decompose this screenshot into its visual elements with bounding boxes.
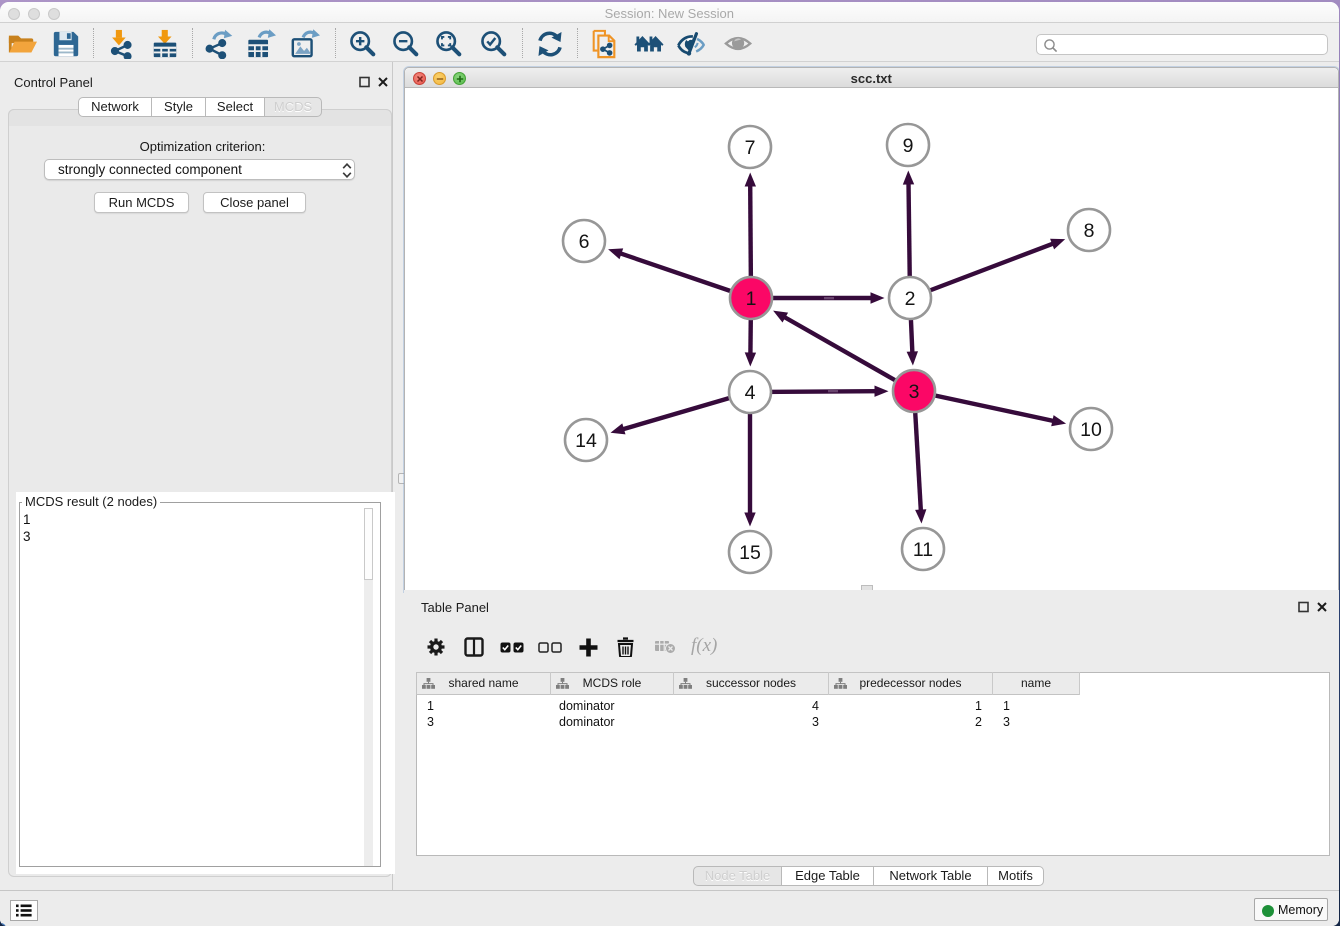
svg-text:9: 9: [903, 135, 914, 157]
svg-text:14: 14: [575, 430, 597, 452]
svg-text:1: 1: [746, 288, 757, 310]
svg-text:11: 11: [913, 539, 933, 561]
svg-text:10: 10: [1080, 419, 1102, 441]
svg-text:4: 4: [745, 382, 756, 404]
svg-text:8: 8: [1084, 220, 1095, 242]
svg-text:6: 6: [579, 231, 590, 253]
svg-text:7: 7: [745, 137, 756, 159]
svg-text:15: 15: [739, 542, 761, 564]
svg-text:2: 2: [905, 288, 916, 310]
svg-text:3: 3: [909, 381, 920, 403]
